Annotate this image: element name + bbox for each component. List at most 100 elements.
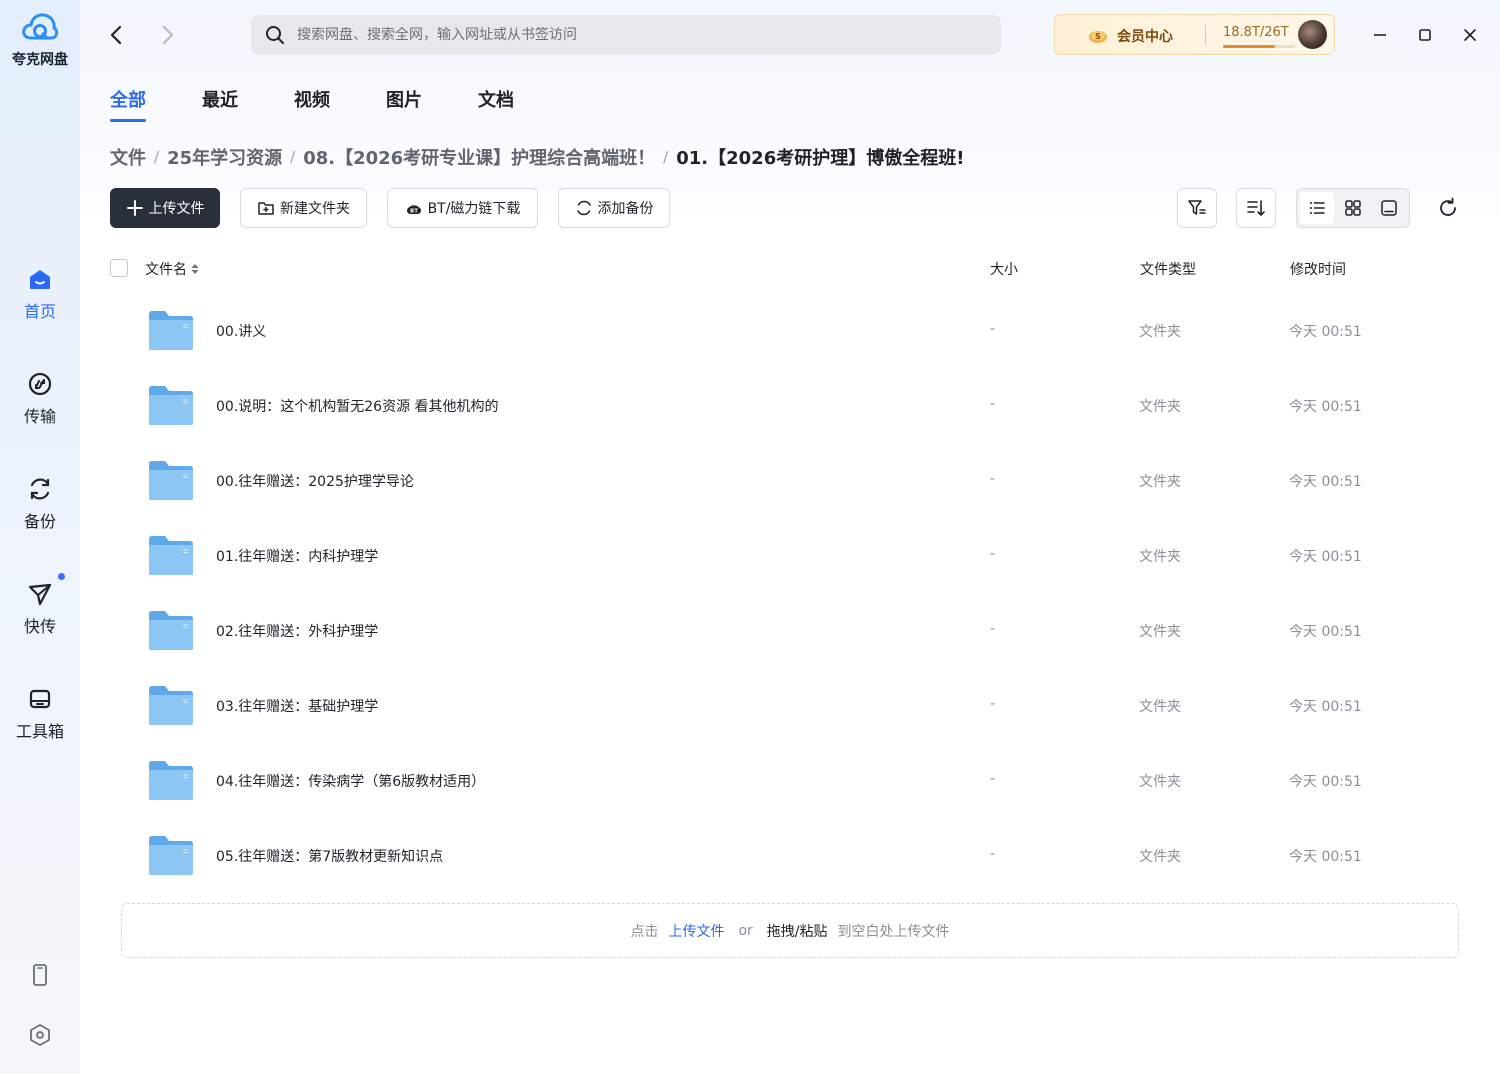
add-backup-label: 添加备份 xyxy=(597,201,654,217)
vip-center-label: 会员中心 xyxy=(1117,29,1173,45)
column-header-label: 文件名 xyxy=(145,262,187,278)
file-name[interactable]: 00.讲义 xyxy=(216,321,266,341)
file-size: - xyxy=(990,696,996,712)
grid-view-icon xyxy=(1345,200,1361,216)
breadcrumb-item[interactable]: 25年学习资源 xyxy=(167,144,282,170)
upload-dropzone[interactable]: 点击 上传文件 or 拖拽/粘贴 到空白处上传文件 xyxy=(121,903,1459,958)
new-folder-button[interactable]: 新建文件夹 xyxy=(240,188,367,228)
table-row[interactable]: 03.往年赠送：基础护理学 - 文件夹 今天 00:51 xyxy=(110,668,1470,743)
file-modified-time: 今天 00:51 xyxy=(1289,624,1362,640)
file-name[interactable]: 04.往年赠送：传染病学（第6版教材适用） xyxy=(216,771,485,791)
toolbox-icon xyxy=(29,689,51,709)
breadcrumb-current: 01.【2026考研护理】博傲全程班! xyxy=(676,148,965,169)
preview-view-button[interactable] xyxy=(1372,192,1406,224)
backup-icon xyxy=(576,200,591,216)
search-input[interactable] xyxy=(297,27,1001,43)
file-name[interactable]: 00.往年赠送：2025护理学导论 xyxy=(216,471,414,491)
select-all-checkbox[interactable] xyxy=(110,259,128,277)
file-type: 文件夹 xyxy=(1139,699,1181,715)
bt-download-label: BT/磁力链下载 xyxy=(427,201,521,217)
sidebar-item-backup[interactable]: 备份 xyxy=(0,476,80,532)
file-name[interactable]: 00.说明：这个机构暂无26资源 看其他机构的 xyxy=(216,396,499,416)
dropzone-suffix: 到空白处上传文件 xyxy=(837,923,950,940)
file-type: 文件夹 xyxy=(1139,774,1181,790)
file-name[interactable]: 02.往年赠送：外科护理学 xyxy=(216,621,378,641)
table-header: 文件名 大小 文件类型 修改时间 xyxy=(110,258,1470,280)
table-row[interactable]: 00.往年赠送：2025护理学导论 - 文件夹 今天 00:51 xyxy=(110,443,1470,518)
folder-icon xyxy=(149,536,193,575)
settings-icon[interactable] xyxy=(27,1022,53,1048)
app-name: 夸克网盘 xyxy=(12,52,68,68)
sidebar-item-home[interactable]: 首页 xyxy=(0,266,80,322)
phone-icon[interactable] xyxy=(27,962,53,988)
svg-text:S: S xyxy=(1095,32,1101,41)
folder-icon xyxy=(149,386,193,425)
table-row[interactable]: 05.往年赠送：第7版教材更新知识点 - 文件夹 今天 00:51 xyxy=(110,818,1470,893)
file-type: 文件夹 xyxy=(1139,549,1181,565)
tab-all[interactable]: 全部 xyxy=(110,86,146,122)
file-name[interactable]: 01.往年赠送：内科护理学 xyxy=(216,546,378,566)
category-tabs: 全部 最近 视频 图片 文档 xyxy=(110,86,570,122)
sidebar-item-label: 首页 xyxy=(23,302,56,321)
tab-images[interactable]: 图片 xyxy=(386,86,422,122)
vip-center-button[interactable]: S 会员中心 xyxy=(1087,26,1173,46)
minimize-icon[interactable] xyxy=(1367,22,1393,48)
file-name[interactable]: 03.往年赠送：基础护理学 xyxy=(216,696,378,716)
sort-toggle-icon xyxy=(191,264,199,274)
tab-documents[interactable]: 文档 xyxy=(478,86,514,122)
table-row[interactable]: 00.说明：这个机构暂无26资源 看其他机构的 - 文件夹 今天 00:51 xyxy=(110,368,1470,443)
table-row[interactable]: 04.往年赠送：传染病学（第6版教材适用） - 文件夹 今天 00:51 xyxy=(110,743,1470,818)
sidebar-item-quick-send[interactable]: 快传 xyxy=(0,573,80,637)
column-header-type[interactable]: 文件类型 xyxy=(1140,259,1196,279)
sort-button[interactable] xyxy=(1236,188,1276,228)
tab-video[interactable]: 视频 xyxy=(294,86,330,122)
folder-icon xyxy=(149,461,193,500)
storage-usage[interactable]: 18.8T/26T xyxy=(1223,25,1289,40)
grid-view-button[interactable] xyxy=(1336,192,1370,224)
file-modified-time: 今天 00:51 xyxy=(1289,699,1362,715)
add-backup-button[interactable]: 添加备份 xyxy=(558,188,670,228)
toolbar: 上传文件 新建文件夹 BT BT/磁力链下载 添加备份 xyxy=(110,188,1470,228)
column-header-size[interactable]: 大小 xyxy=(990,259,1018,279)
maximize-icon[interactable] xyxy=(1412,22,1438,48)
breadcrumb-item[interactable]: 文件 xyxy=(110,144,146,170)
filter-button[interactable] xyxy=(1177,188,1217,228)
preview-view-icon xyxy=(1381,200,1397,216)
app-logo[interactable]: 夸克网盘 xyxy=(0,10,80,69)
dropzone-upload-link[interactable]: 上传文件 xyxy=(668,921,724,941)
avatar[interactable] xyxy=(1298,20,1327,49)
table-row[interactable]: 02.往年赠送：外科护理学 - 文件夹 今天 00:51 xyxy=(110,593,1470,668)
filter-icon xyxy=(1188,200,1206,215)
column-header-modified[interactable]: 修改时间 xyxy=(1290,259,1346,279)
file-type: 文件夹 xyxy=(1139,474,1181,490)
column-header-name[interactable]: 文件名 xyxy=(145,259,200,279)
dropzone-prefix: 点击 xyxy=(630,923,659,940)
file-size: - xyxy=(990,546,996,562)
svg-text:BT: BT xyxy=(410,209,418,215)
file-type: 文件夹 xyxy=(1139,849,1181,865)
plus-icon xyxy=(126,200,143,216)
table-row[interactable]: 01.往年赠送：内科护理学 - 文件夹 今天 00:51 xyxy=(110,518,1470,593)
bt-download-button[interactable]: BT BT/磁力链下载 xyxy=(387,188,538,228)
sidebar-item-label: 快传 xyxy=(23,617,56,636)
back-arrow-icon[interactable] xyxy=(104,22,130,48)
sidebar-item-transfer[interactable]: 传输 xyxy=(0,371,80,427)
backup-icon xyxy=(30,478,50,500)
table-row[interactable]: 00.讲义 - 文件夹 今天 00:51 xyxy=(110,293,1470,368)
folder-icon xyxy=(149,611,193,650)
new-folder-label: 新建文件夹 xyxy=(280,201,350,217)
breadcrumb-item[interactable]: 08.【2026考研专业课】护理综合高端班！ xyxy=(303,144,655,170)
file-size: - xyxy=(990,621,996,637)
file-name[interactable]: 05.往年赠送：第7版教材更新知识点 xyxy=(216,846,443,866)
list-view-button[interactable] xyxy=(1300,192,1334,224)
refresh-icon[interactable] xyxy=(1436,196,1460,220)
new-folder-icon xyxy=(258,202,274,215)
close-icon[interactable] xyxy=(1457,22,1483,48)
sidebar-item-toolbox[interactable]: 工具箱 xyxy=(0,686,80,742)
search-bar[interactable] xyxy=(251,15,1001,55)
upload-file-button[interactable]: 上传文件 xyxy=(110,188,220,228)
file-modified-time: 今天 00:51 xyxy=(1289,399,1362,415)
search-icon xyxy=(266,26,284,44)
forward-arrow-icon[interactable] xyxy=(154,22,180,48)
tab-recent[interactable]: 最近 xyxy=(202,86,238,122)
